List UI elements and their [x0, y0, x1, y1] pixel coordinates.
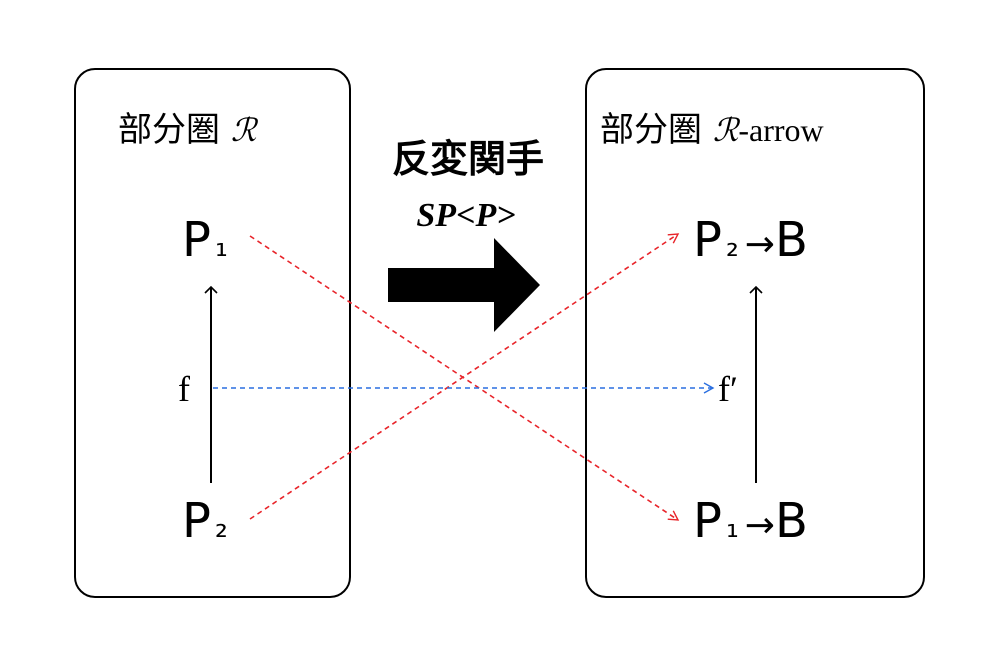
node-left-top-base: P: [182, 212, 211, 268]
node-left-top-subscript: ₁: [215, 226, 228, 264]
right-panel-title-text: 部分圏: [600, 110, 713, 150]
node-right-bottom-base: P: [693, 493, 722, 549]
functor-subtitle: SP<P>: [416, 197, 515, 234]
right-panel-title-suffix: -arrow: [738, 112, 823, 148]
node-right-top-subscript: ₂: [726, 226, 739, 264]
node-left-bottom: P₂: [182, 493, 228, 549]
node-left-bottom-subscript: ₂: [215, 507, 228, 545]
functor-big-arrow: [388, 238, 540, 332]
node-right-top-target: B: [775, 212, 808, 268]
category-r-symbol: ℛ: [231, 112, 259, 148]
right-panel-title: 部分圏 ℛ-arrow: [600, 110, 824, 150]
morphism-f-label: f: [178, 369, 190, 409]
node-right-top-arrow: →: [745, 224, 775, 265]
node-right-top: P ₂ →B: [693, 212, 808, 268]
functor-diagram: 部分圏 ℛ P₁ f P₂ 反変関手 SP<P> 部分圏 ℛ-arrow P ₂ →…: [74, 68, 925, 598]
node-right-bottom-arrow: →: [745, 505, 775, 546]
node-right-bottom: P ₁ →B: [693, 493, 808, 549]
left-panel-title-text: 部分圏: [118, 110, 231, 150]
morphism-f-prime-label: f′: [718, 369, 738, 409]
node-left-top: P₁: [182, 212, 228, 268]
node-left-bottom-base: P: [182, 493, 211, 549]
node-right-top-base: P: [693, 212, 722, 268]
category-r-symbol-right: ℛ: [713, 112, 741, 148]
node-right-bottom-target: B: [775, 493, 808, 549]
functor-title: 反変関手: [392, 137, 544, 181]
node-right-bottom-subscript: ₁: [726, 507, 739, 545]
left-panel-title: 部分圏 ℛ: [118, 110, 259, 150]
